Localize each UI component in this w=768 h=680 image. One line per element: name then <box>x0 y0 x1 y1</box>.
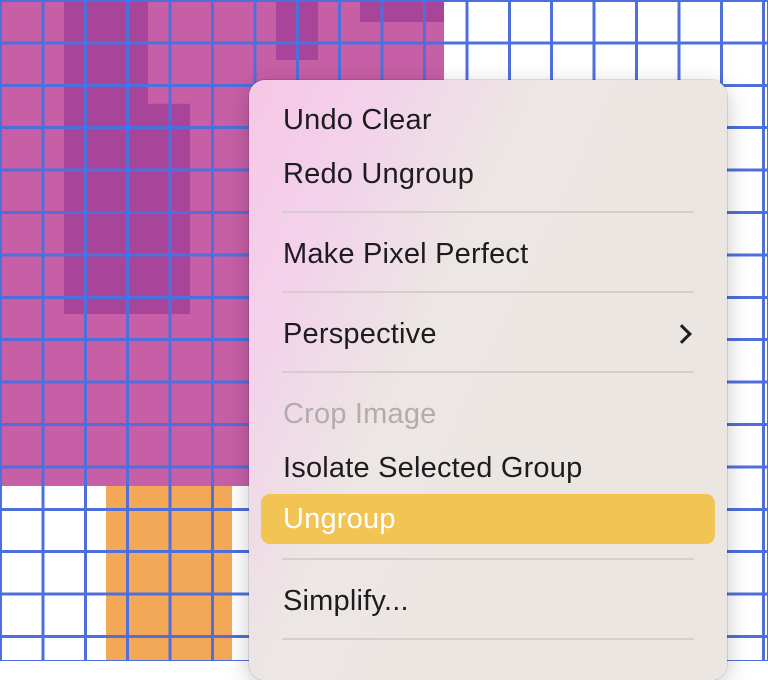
menu-item-ungroup[interactable]: Ungroup <box>261 494 715 544</box>
menu-item-perspective[interactable]: Perspective <box>261 309 715 359</box>
magenta-pixel-region <box>360 0 444 22</box>
menu-item-undo-clear[interactable]: Undo Clear <box>261 95 715 145</box>
menu-item-redo-ungroup[interactable]: Redo Ungroup <box>261 149 715 199</box>
menu-item-make-pixel-perfect[interactable]: Make Pixel Perfect <box>261 229 715 279</box>
menu-item-label: Ungroup <box>283 502 396 535</box>
menu-separator <box>282 211 694 213</box>
menu-item-label: Crop Image <box>283 397 437 430</box>
menu-item-label: Simplify... <box>283 584 409 617</box>
magenta-pixel-region <box>64 0 148 22</box>
context-menu: Undo Clear Redo Ungroup Make Pixel Perfe… <box>249 80 727 680</box>
menu-item-isolate-selected-group[interactable]: Isolate Selected Group <box>261 443 715 493</box>
menu-separator <box>282 638 694 640</box>
menu-item-label: Make Pixel Perfect <box>283 237 529 270</box>
menu-separator <box>282 291 694 293</box>
menu-item-label: Perspective <box>283 317 437 350</box>
menu-separator <box>282 371 694 373</box>
magenta-pixel-region <box>276 0 318 60</box>
menu-item-label: Redo Ungroup <box>283 157 475 190</box>
orange-pixel-region <box>106 486 232 661</box>
menu-item-crop-image: Crop Image <box>261 389 715 439</box>
menu-item-label: Undo Clear <box>283 103 432 136</box>
menu-item-simplify[interactable]: Simplify... <box>261 576 715 626</box>
menu-separator <box>282 558 694 560</box>
menu-item-label: Isolate Selected Group <box>283 451 583 484</box>
chevron-right-icon <box>672 324 692 344</box>
